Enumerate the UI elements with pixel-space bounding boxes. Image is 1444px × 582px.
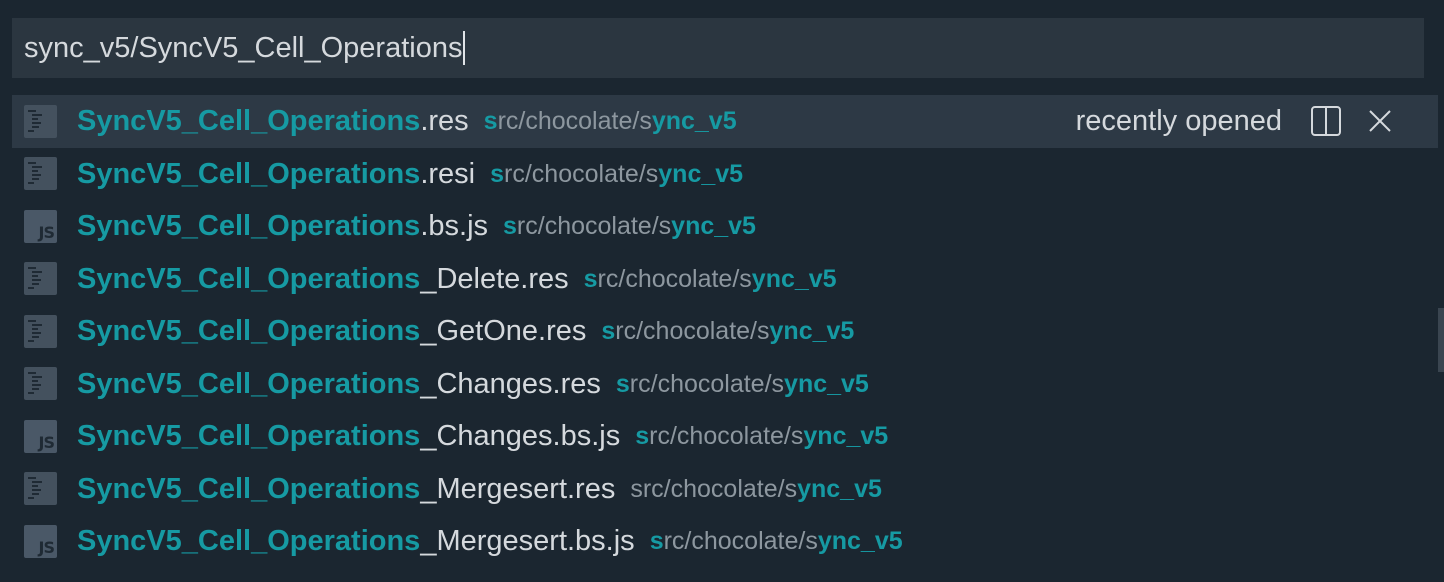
- file-name-rest: _Mergesert.bs.js: [420, 525, 635, 558]
- file-name-match: SyncV5_Cell_Operations: [77, 315, 421, 348]
- file-path-match: s: [490, 159, 505, 188]
- file-path-match: s: [503, 212, 517, 241]
- file-name-rest: .resi: [420, 157, 476, 190]
- file-path-match: s: [483, 107, 498, 136]
- result-row[interactable]: SyncV5_Cell_Operations_Delete.res src/cho…: [12, 253, 1438, 306]
- result-row[interactable]: JS SyncV5_Cell_Operations_Changes.bs.js sr…: [12, 410, 1438, 463]
- result-row[interactable]: SyncV5_Cell_Operations_GetOne.res src/cho…: [12, 305, 1438, 358]
- file-name-match: SyncV5_Cell_Operations: [77, 525, 421, 558]
- file-path-text: rc/chocolate/s: [649, 422, 804, 451]
- file-path-match: ync_v5: [658, 159, 744, 188]
- scrollbar[interactable]: [1438, 308, 1444, 372]
- file-path-match: s: [615, 369, 630, 398]
- file-path: src/chocolate/sync_v5: [584, 261, 837, 297]
- close-icon[interactable]: [1368, 109, 1392, 133]
- js-file-icon: JS: [24, 209, 57, 243]
- file-path-match: ync_v5: [817, 527, 903, 556]
- recently-opened-label: recently opened: [1075, 104, 1282, 137]
- file-path-text: rc/chocolate/s: [663, 527, 818, 556]
- file-name-rest: .bs.js: [420, 210, 489, 243]
- file-path-match: ync_v5: [803, 422, 889, 451]
- file-path: src/chocolate/sync_v5: [601, 313, 854, 349]
- file-path-text: rc/chocolate/s: [504, 159, 659, 188]
- file-path-text: rc/chocolate/s: [497, 107, 652, 136]
- file-path: src/chocolate/sync_v5: [490, 156, 743, 192]
- js-file-icon: JS: [24, 419, 57, 453]
- file-name-match: SyncV5_Cell_Operations: [77, 367, 421, 400]
- res-file-icon: [24, 262, 57, 296]
- file-path: src/chocolate/sync_v5: [650, 523, 903, 559]
- file-name: SyncV5_Cell_Operations.resi: [77, 156, 475, 192]
- split-editor-icon[interactable]: [1310, 105, 1342, 137]
- result-row[interactable]: SyncV5_Cell_Operations_Changes.res src/ch…: [12, 358, 1438, 411]
- file-path-match: s: [649, 527, 664, 556]
- file-name-rest: _GetOne.res: [420, 315, 587, 348]
- file-name: SyncV5_Cell_Operations.res: [77, 103, 469, 139]
- results-list: SyncV5_Cell_Operations.res src/chocolate/…: [12, 95, 1438, 568]
- file-name-match: SyncV5_Cell_Operations: [77, 420, 421, 453]
- res-file-icon: [24, 472, 57, 506]
- result-row[interactable]: SyncV5_Cell_Operations_Mergesert.res src/…: [12, 463, 1438, 516]
- file-name: SyncV5_Cell_Operations_Mergesert.res: [77, 471, 615, 507]
- file-path-match: ync_v5: [797, 474, 882, 503]
- file-path-match: ync_v5: [769, 317, 855, 346]
- res-file-icon: [24, 157, 57, 191]
- result-row[interactable]: JS SyncV5_Cell_Operations.bs.js src/chocol…: [12, 200, 1438, 253]
- file-name-match: SyncV5_Cell_Operations: [77, 472, 421, 505]
- file-path: src/chocolate/sync_v5: [635, 418, 888, 454]
- row-actions: recently opened: [1076, 95, 1438, 147]
- file-path-match: s: [601, 317, 616, 346]
- file-path-match: s: [583, 264, 598, 293]
- file-path: src/chocolate/sync_v5: [630, 471, 882, 507]
- quick-open-palette: sync_v5/SyncV5_Cell_Operations SyncV5_Ce…: [0, 0, 1444, 582]
- file-name: SyncV5_Cell_Operations_Changes.res: [77, 366, 601, 402]
- file-path-text: rc/chocolate/s: [516, 212, 672, 241]
- file-name-match: SyncV5_Cell_Operations: [77, 210, 421, 243]
- file-path-match: ync_v5: [671, 212, 756, 241]
- file-name-rest: _Changes.bs.js: [420, 420, 621, 453]
- file-path-match: ync_v5: [751, 264, 837, 293]
- res-file-icon: [24, 367, 57, 401]
- res-file-icon: [24, 104, 57, 138]
- file-path-match: ync_v5: [651, 107, 737, 136]
- file-name-match: SyncV5_Cell_Operations: [77, 157, 421, 190]
- search-box[interactable]: sync_v5/SyncV5_Cell_Operations: [12, 18, 1424, 78]
- file-name: SyncV5_Cell_Operations_Changes.bs.js: [77, 418, 620, 454]
- file-path-text: src/chocolate/s: [630, 474, 798, 503]
- file-name-match: SyncV5_Cell_Operations: [77, 105, 421, 138]
- file-name-rest: .res: [420, 105, 469, 138]
- file-path-match: s: [635, 422, 650, 451]
- result-row[interactable]: SyncV5_Cell_Operations.res src/chocolate/…: [12, 95, 1438, 148]
- file-path-text: rc/chocolate/s: [597, 264, 752, 293]
- file-name-rest: _Delete.res: [420, 262, 569, 295]
- file-path-text: rc/chocolate/s: [629, 369, 785, 398]
- result-row[interactable]: JS SyncV5_Cell_Operations_Mergesert.bs.js…: [12, 515, 1438, 568]
- file-name-match: SyncV5_Cell_Operations: [77, 262, 421, 295]
- res-file-icon: [24, 314, 57, 348]
- result-row[interactable]: SyncV5_Cell_Operations.resi src/chocolate…: [12, 148, 1438, 201]
- file-path: src/chocolate/sync_v5: [503, 208, 756, 244]
- file-path-text: rc/chocolate/s: [615, 317, 770, 346]
- js-file-icon: JS: [24, 524, 57, 558]
- file-name-rest: _Changes.res: [420, 367, 601, 400]
- file-path: src/chocolate/sync_v5: [484, 103, 737, 139]
- file-name-rest: _Mergesert.res: [420, 472, 616, 505]
- file-name: SyncV5_Cell_Operations_Delete.res: [77, 261, 569, 297]
- file-name: SyncV5_Cell_Operations_Mergesert.bs.js: [77, 523, 635, 559]
- file-path: src/chocolate/sync_v5: [616, 366, 869, 402]
- file-name: SyncV5_Cell_Operations_GetOne.res: [77, 313, 586, 349]
- file-name: SyncV5_Cell_Operations.bs.js: [77, 208, 488, 244]
- text-caret: [463, 31, 466, 65]
- file-path-match: ync_v5: [784, 369, 869, 398]
- search-input[interactable]: sync_v5/SyncV5_Cell_Operations: [24, 30, 462, 66]
